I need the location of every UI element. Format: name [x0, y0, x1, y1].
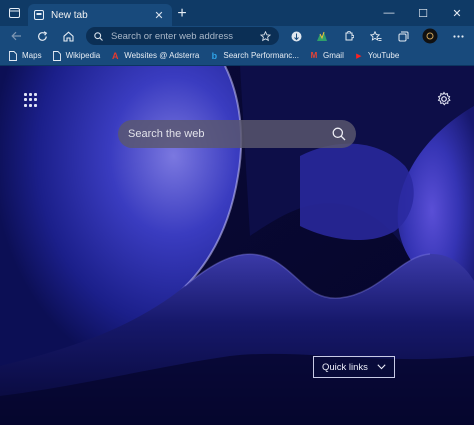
back-arrow-icon — [10, 31, 21, 41]
bookmark-youtube[interactable]: ▶ YouTube — [354, 51, 399, 61]
quick-links-label: Quick links — [322, 361, 368, 373]
tab-actions-icon — [8, 8, 20, 18]
minimize-button[interactable]: — — [372, 0, 406, 26]
web-search-placeholder: Search the web — [128, 128, 205, 140]
page-settings-button[interactable] — [436, 91, 452, 107]
tab-new-tab[interactable]: New tab ✕ — [28, 4, 172, 26]
adsterra-icon: A — [112, 50, 119, 61]
address-placeholder: Search or enter web address — [111, 30, 233, 42]
gmail-icon: M — [310, 51, 318, 60]
bookmark-maps[interactable]: Maps — [8, 50, 42, 61]
favorites-button[interactable] — [366, 26, 386, 46]
title-bar: New tab ✕ + — ☐ ✕ — [0, 0, 474, 26]
bookmark-label: Wikipedia — [65, 51, 101, 60]
collections-button[interactable] — [393, 26, 413, 46]
youtube-icon: ▶ — [356, 52, 362, 60]
bookmark-search-performance[interactable]: b Search Performanc... — [209, 51, 299, 61]
bookmark-label: Maps — [22, 51, 42, 60]
toolbar: Search or enter web address — [0, 26, 474, 46]
extensions-button[interactable] — [338, 26, 358, 46]
bookmark-wikipedia[interactable]: Wikipedia — [52, 50, 101, 61]
gear-icon — [437, 91, 451, 106]
favorites-bar: Maps Wikipedia A Websites @ Adsterra b S… — [0, 46, 474, 66]
extension-button-2[interactable] — [312, 26, 332, 46]
extension-button[interactable] — [286, 26, 306, 46]
more-dots-icon — [452, 34, 464, 38]
back-button[interactable] — [6, 26, 26, 46]
search-icon[interactable] — [332, 127, 346, 141]
collections-icon — [398, 31, 408, 41]
bookmark-label: Websites @ Adsterra — [124, 51, 200, 60]
refresh-icon — [37, 30, 47, 41]
extension-circle-icon — [291, 31, 301, 41]
new-tab-favicon-icon — [34, 10, 44, 20]
new-tab-page: Search the web Quick links — [0, 66, 474, 425]
settings-and-more-button[interactable] — [448, 26, 468, 46]
close-window-button[interactable]: ✕ — [440, 0, 474, 26]
bing-icon: b — [211, 50, 218, 61]
apps-launcher-icon[interactable] — [24, 93, 38, 107]
puzzle-icon — [345, 30, 354, 40]
tab-close-icon[interactable]: ✕ — [152, 9, 166, 22]
bookmark-label: YouTube — [367, 51, 400, 60]
bookmark-label: Gmail — [322, 51, 344, 60]
search-icon — [94, 31, 103, 41]
page-icon — [52, 50, 62, 61]
profile-button[interactable] — [420, 26, 440, 46]
tab-actions-button[interactable] — [0, 0, 28, 26]
refresh-button[interactable] — [32, 26, 52, 46]
home-button[interactable] — [58, 26, 78, 46]
quick-links-button[interactable]: Quick links — [313, 356, 395, 378]
favorites-star-icon — [370, 30, 382, 41]
avatar — [422, 28, 438, 44]
bookmark-adsterra[interactable]: A Websites @ Adsterra — [110, 51, 199, 61]
maximize-button[interactable]: ☐ — [406, 0, 440, 26]
bookmark-gmail[interactable]: M Gmail — [309, 51, 344, 61]
tab-title: New tab — [51, 9, 88, 21]
add-to-favorites-icon[interactable] — [260, 30, 271, 42]
web-search-box[interactable]: Search the web — [118, 120, 356, 148]
new-tab-button[interactable]: + — [172, 4, 192, 24]
extension-chart-icon — [317, 31, 327, 41]
bookmark-label: Search Performanc... — [223, 51, 299, 60]
page-icon — [8, 50, 18, 61]
chevron-down-icon — [377, 364, 386, 370]
address-bar[interactable]: Search or enter web address — [86, 27, 279, 45]
home-icon — [62, 30, 74, 42]
